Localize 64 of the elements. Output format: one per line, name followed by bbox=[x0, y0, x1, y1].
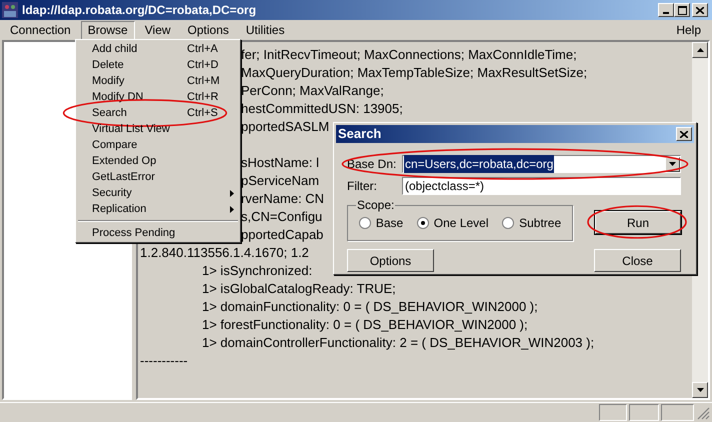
menu-item[interactable]: Modify Ctrl+M bbox=[76, 73, 240, 89]
output-line: PerConn; MaxValRange; bbox=[241, 82, 384, 100]
submenu-arrow-icon bbox=[230, 190, 234, 196]
dialog-title: Search bbox=[338, 125, 382, 144]
options-button[interactable]: Options bbox=[347, 249, 434, 272]
scope-radio[interactable]: One Level bbox=[416, 214, 488, 232]
menu-bar-item[interactable]: View bbox=[138, 20, 178, 40]
close-icon bbox=[680, 130, 688, 138]
status-panel bbox=[629, 404, 659, 421]
scroll-down-button[interactable] bbox=[692, 382, 708, 398]
resize-grip-icon[interactable] bbox=[696, 406, 710, 420]
menu-item[interactable]: Add child Ctrl+A bbox=[76, 41, 240, 57]
status-panel bbox=[661, 404, 694, 421]
output-line: ----------- bbox=[140, 352, 188, 370]
minimize-button[interactable] bbox=[658, 3, 674, 17]
scope-radio[interactable]: Base bbox=[358, 214, 404, 232]
window-title: ldap://ldap.robata.org/DC=robata,DC=org bbox=[22, 2, 256, 19]
output-line: 1> domainControllerFunctionality: 2 = ( DS_BEHAVIOR_WIN2003 ); bbox=[202, 334, 594, 352]
base-dn-label: Base Dn: bbox=[347, 156, 398, 173]
output-line: 1> isSynchronized: bbox=[202, 262, 312, 280]
maximize-icon bbox=[678, 6, 686, 14]
output-line: hestCommittedUSN: 13905; bbox=[241, 100, 403, 118]
menu-item[interactable]: Replication bbox=[76, 201, 240, 217]
app-icon bbox=[2, 2, 18, 18]
filter-label: Filter: bbox=[347, 178, 378, 195]
up-arrow-icon bbox=[696, 48, 704, 52]
menu-item[interactable]: Delete Ctrl+D bbox=[76, 57, 240, 73]
output-line: rverName: CN bbox=[241, 190, 324, 208]
menu-item[interactable]: Process Pending bbox=[76, 225, 240, 241]
menu-item[interactable]: Extended Op bbox=[76, 153, 240, 169]
output-line: pportedCapab bbox=[241, 226, 324, 244]
menu-bar-item[interactable]: Options bbox=[180, 20, 236, 40]
output-line: 1> forestFunctionality: 0 = ( DS_BEHAVIOR_WIN2000 ); bbox=[202, 316, 528, 334]
menu-item[interactable]: Security bbox=[76, 185, 240, 201]
scope-radio[interactable]: Subtree bbox=[502, 214, 562, 232]
close-icon bbox=[696, 6, 704, 14]
scroll-up-button[interactable] bbox=[692, 42, 708, 58]
scope-label: Scope: bbox=[356, 198, 396, 212]
run-button[interactable]: Run bbox=[595, 211, 681, 234]
menu-bar-item[interactable]: Help bbox=[676, 21, 701, 39]
submenu-arrow-icon bbox=[230, 206, 234, 212]
dropdown-arrow-icon bbox=[669, 162, 676, 166]
maximize-button[interactable] bbox=[674, 3, 690, 17]
close-dialog-button[interactable]: Close bbox=[594, 249, 681, 272]
base-dn-combobox[interactable]: cn=Users,dc=robata,dc=org bbox=[402, 155, 681, 173]
menu-bar-item[interactable]: Connection bbox=[3, 20, 78, 40]
filter-field[interactable]: (objectclass=*) bbox=[402, 177, 681, 195]
menu-item[interactable]: GetLastError bbox=[76, 169, 240, 185]
output-line: fer; InitRecvTimeout; MaxConnections; MaxConnIdleTime; bbox=[241, 46, 577, 64]
dialog-close-button[interactable] bbox=[676, 127, 692, 141]
menu-item[interactable]: Search Ctrl+S bbox=[76, 105, 240, 121]
output-line: pportedSASLM bbox=[241, 118, 330, 136]
output-line: MaxQueryDuration; MaxTempTableSize; MaxResultSetSize; bbox=[241, 64, 588, 82]
menu-bar-item[interactable]: Utilities bbox=[238, 20, 292, 40]
output-line: 1.2.840.113556.1.4.1670; 1.2 bbox=[140, 244, 309, 262]
close-button[interactable] bbox=[692, 3, 708, 17]
output-line: 1> isGlobalCatalogReady: TRUE; bbox=[202, 280, 396, 298]
output-line: s,CN=Configu bbox=[241, 208, 322, 226]
output-line: pServiceNam bbox=[241, 172, 320, 190]
output-line: sHostName: l bbox=[241, 154, 320, 172]
down-arrow-icon bbox=[696, 388, 704, 392]
output-line: 1> domainFunctionality: 0 = ( DS_BEHAVIOR_WIN2000 ); bbox=[202, 298, 538, 316]
menu-item[interactable]: Compare bbox=[76, 137, 240, 153]
status-panel bbox=[599, 404, 627, 421]
